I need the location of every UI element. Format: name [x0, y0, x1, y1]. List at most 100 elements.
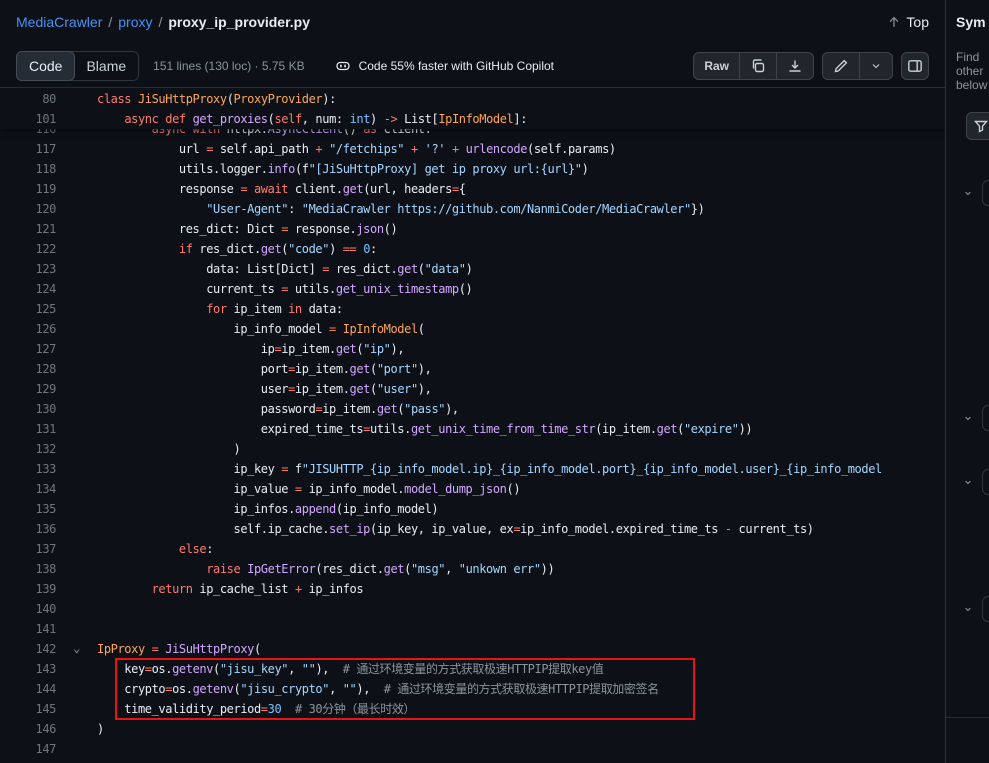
- line-number[interactable]: 143: [0, 659, 56, 679]
- line-number[interactable]: 138: [0, 559, 56, 579]
- line-number[interactable]: 122: [0, 239, 56, 259]
- gutter-space: [56, 239, 97, 259]
- code-line: 140: [0, 599, 945, 619]
- line-number[interactable]: 117: [0, 139, 56, 159]
- symbols-panel-description: Find other below: [956, 50, 987, 92]
- line-number[interactable]: 141: [0, 619, 56, 639]
- code-line: 122 if res_dict.get("code") == 0:: [0, 239, 945, 259]
- code-text: IpProxy = JiSuHttpProxy(: [97, 639, 261, 659]
- line-number[interactable]: 145: [0, 699, 56, 719]
- line-number[interactable]: 137: [0, 539, 56, 559]
- download-icon: [787, 58, 803, 74]
- code-line: 138 raise IpGetError(res_dict.get("msg",…: [0, 559, 945, 579]
- line-number[interactable]: 132: [0, 439, 56, 459]
- download-button[interactable]: [776, 53, 813, 79]
- code-line: 142⌄IpProxy = JiSuHttpProxy(: [0, 639, 945, 659]
- line-number[interactable]: 126: [0, 319, 56, 339]
- code-line: 126 ip_info_model = IpInfoModel(: [0, 319, 945, 339]
- line-number[interactable]: 136: [0, 519, 56, 539]
- line-number[interactable]: 142: [0, 639, 56, 659]
- file-header: MediaCrawler / proxy / proxy_ip_provider…: [0, 0, 945, 44]
- raw-copy-download-group: Raw: [693, 52, 814, 80]
- chevron-down-icon[interactable]: ⌄: [958, 471, 978, 491]
- line-number[interactable]: 123: [0, 259, 56, 279]
- breadcrumb-repo-link[interactable]: MediaCrawler: [16, 14, 102, 30]
- line-number[interactable]: 125: [0, 299, 56, 319]
- gutter-space: [56, 199, 97, 219]
- line-number[interactable]: 140: [0, 599, 56, 619]
- gutter-space: [56, 519, 97, 539]
- gutter-space: [56, 559, 97, 579]
- line-number[interactable]: 120: [0, 199, 56, 219]
- line-number[interactable]: 101: [0, 109, 56, 129]
- raw-button[interactable]: Raw: [694, 53, 739, 79]
- line-number[interactable]: 139: [0, 579, 56, 599]
- line-number[interactable]: 135: [0, 499, 56, 519]
- line-number[interactable]: 134: [0, 479, 56, 499]
- code-line: 141: [0, 619, 945, 639]
- tab-blame[interactable]: Blame: [74, 52, 138, 80]
- line-number[interactable]: 147: [0, 739, 56, 759]
- code-text: else:: [97, 539, 213, 559]
- collapse-chevron-icon[interactable]: ⌄: [56, 639, 97, 659]
- code-text: ip=ip_item.get("ip"),: [97, 339, 404, 359]
- symbols-filter-button[interactable]: [966, 112, 989, 140]
- chevron-down-icon[interactable]: ⌄: [958, 182, 978, 202]
- symbol-item[interactable]: [982, 469, 989, 495]
- code-text: self.ip_cache.set_ip(ip_key, ip_value, e…: [97, 519, 814, 539]
- copy-icon: [750, 58, 766, 74]
- gutter-space: [56, 379, 97, 399]
- symbols-panel-description-line: other: [956, 64, 987, 78]
- line-number[interactable]: 128: [0, 359, 56, 379]
- code-line: 130 password=ip_item.get("pass"),: [0, 399, 945, 419]
- code-text: res_dict: Dict = response.json(): [97, 219, 397, 239]
- chevron-down-icon[interactable]: ⌄: [958, 407, 978, 427]
- code-line: 137 else:: [0, 539, 945, 559]
- code-text: class JiSuHttpProxy(ProxyProvider):: [97, 89, 336, 109]
- copy-button[interactable]: [739, 53, 776, 79]
- breadcrumb-folder-link[interactable]: proxy: [118, 14, 152, 30]
- code-line: 147: [0, 739, 945, 759]
- gutter-space: [56, 279, 97, 299]
- symbol-item[interactable]: [982, 180, 989, 206]
- symbols-panel-toggle-button[interactable]: [901, 52, 929, 80]
- line-number[interactable]: 127: [0, 339, 56, 359]
- arrow-up-icon: [887, 15, 901, 29]
- scroll-to-top-button[interactable]: Top: [887, 14, 929, 30]
- gutter-space: [56, 159, 97, 179]
- edit-button[interactable]: [823, 53, 859, 79]
- line-number[interactable]: 130: [0, 399, 56, 419]
- gutter-space: [56, 139, 97, 159]
- code-line: 145 time_validity_period=30 # 30分钟（最长时效）: [0, 699, 945, 719]
- copilot-banner[interactable]: Code 55% faster with GitHub Copilot: [335, 58, 554, 74]
- file-meta: 151 lines (130 loc) · 5.75 KB: [153, 59, 304, 73]
- line-number[interactable]: 129: [0, 379, 56, 399]
- line-number[interactable]: 146: [0, 719, 56, 739]
- code-line: 124 current_ts = utils.get_unix_timestam…: [0, 279, 945, 299]
- gutter-space: [56, 109, 97, 129]
- line-number[interactable]: 144: [0, 679, 56, 699]
- code-line: 119 response = await client.get(url, hea…: [0, 179, 945, 199]
- line-number[interactable]: 80: [0, 89, 56, 109]
- symbol-item[interactable]: [982, 405, 989, 431]
- line-number[interactable]: 133: [0, 459, 56, 479]
- gutter-space: [56, 89, 97, 109]
- code-line: 134 ip_value = ip_info_model.model_dump_…: [0, 479, 945, 499]
- edit-dropdown-button[interactable]: [859, 53, 892, 79]
- line-number[interactable]: 124: [0, 279, 56, 299]
- line-number[interactable]: 131: [0, 419, 56, 439]
- code-text: data: List[Dict] = res_dict.get("data"): [97, 259, 472, 279]
- line-number[interactable]: 118: [0, 159, 56, 179]
- code-text: for ip_item in data:: [97, 299, 343, 319]
- code-text: current_ts = utils.get_unix_timestamp(): [97, 279, 472, 299]
- symbol-item[interactable]: [982, 596, 989, 622]
- code-line: 131 expired_time_ts=utils.get_unix_time_…: [0, 419, 945, 439]
- gutter-space: [56, 179, 97, 199]
- tab-code[interactable]: Code: [16, 51, 75, 81]
- code-line: 120 "User-Agent": "MediaCrawler https://…: [0, 199, 945, 219]
- chevron-down-icon[interactable]: ⌄: [958, 598, 978, 618]
- gutter-space: [56, 319, 97, 339]
- line-number[interactable]: 119: [0, 179, 56, 199]
- gutter-space: [56, 579, 97, 599]
- line-number[interactable]: 121: [0, 219, 56, 239]
